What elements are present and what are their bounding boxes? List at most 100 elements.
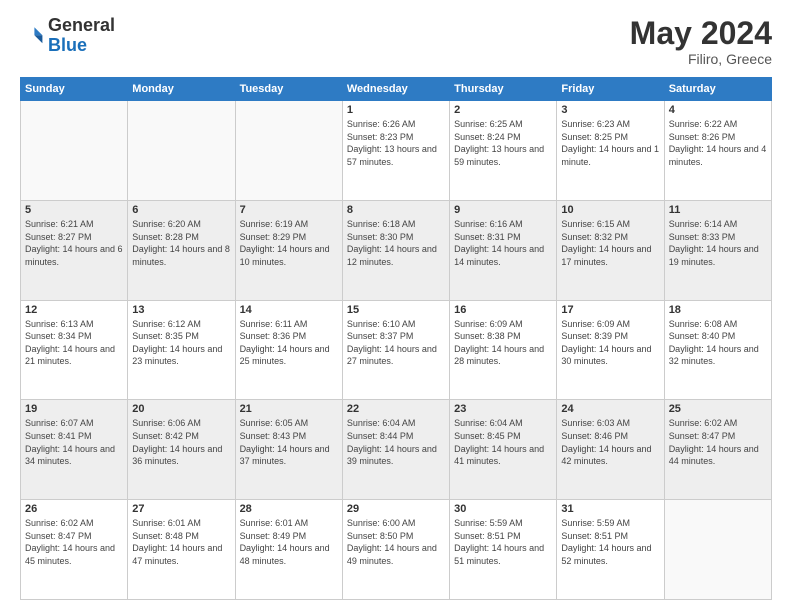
day-info: Sunrise: 6:23 AMSunset: 8:25 PMDaylight:… <box>561 118 659 168</box>
calendar-cell <box>21 101 128 201</box>
day-number: 17 <box>561 304 659 316</box>
day-info: Sunrise: 6:04 AMSunset: 8:45 PMDaylight:… <box>454 417 552 467</box>
logo-icon <box>20 24 44 48</box>
day-info: Sunrise: 6:13 AMSunset: 8:34 PMDaylight:… <box>25 318 123 368</box>
day-number: 29 <box>347 503 445 515</box>
day-number: 3 <box>561 104 659 116</box>
calendar-cell: 20Sunrise: 6:06 AMSunset: 8:42 PMDayligh… <box>128 400 235 500</box>
day-info: Sunrise: 6:11 AMSunset: 8:36 PMDaylight:… <box>240 318 338 368</box>
calendar-cell: 11 Sunrise: 6:14 AMSunset: 8:33 PMDayligh… <box>664 200 771 300</box>
day-number: 21 <box>240 403 338 415</box>
calendar-cell: 8Sunrise: 6:18 AMSunset: 8:30 PMDaylight… <box>342 200 449 300</box>
day-number: 25 <box>669 403 767 415</box>
calendar-body: 1 Sunrise: 6:26 AMSunset: 8:23 PMDaylight… <box>21 101 772 600</box>
day-number: 6 <box>132 204 230 216</box>
day-number: 7 <box>240 204 338 216</box>
calendar-week-1: 1 Sunrise: 6:26 AMSunset: 8:23 PMDaylight… <box>21 101 772 201</box>
day-info: Sunrise: 6:22 AMSunset: 8:26 PMDaylight:… <box>669 118 767 168</box>
day-info: Sunrise: 6:01 AMSunset: 8:49 PMDaylight:… <box>240 517 338 567</box>
calendar-cell: 29 Sunrise: 6:00 AMSunset: 8:50 PMDayligh… <box>342 500 449 600</box>
day-info: Sunrise: 6:10 AMSunset: 8:37 PMDaylight:… <box>347 318 445 368</box>
calendar-cell: 5Sunrise: 6:21 AMSunset: 8:27 PMDaylight… <box>21 200 128 300</box>
weekday-friday: Friday <box>557 78 664 101</box>
calendar-cell: 10 Sunrise: 6:15 AMSunset: 8:32 PMDayligh… <box>557 200 664 300</box>
weekday-wednesday: Wednesday <box>342 78 449 101</box>
calendar-week-5: 26 Sunrise: 6:02 AMSunset: 8:47 PMDayligh… <box>21 500 772 600</box>
calendar-cell: 26 Sunrise: 6:02 AMSunset: 8:47 PMDayligh… <box>21 500 128 600</box>
calendar-cell: 3 Sunrise: 6:23 AMSunset: 8:25 PMDaylight… <box>557 101 664 201</box>
calendar-cell <box>664 500 771 600</box>
calendar-cell: 18 Sunrise: 6:08 AMSunset: 8:40 PMDayligh… <box>664 300 771 400</box>
weekday-thursday: Thursday <box>450 78 557 101</box>
day-number: 2 <box>454 104 552 116</box>
calendar-cell: 28 Sunrise: 6:01 AMSunset: 8:49 PMDayligh… <box>235 500 342 600</box>
day-number: 28 <box>240 503 338 515</box>
page: General Blue May 2024 Filiro, Greece Sun… <box>0 0 792 612</box>
calendar-cell: 19 Sunrise: 6:07 AMSunset: 8:41 PMDayligh… <box>21 400 128 500</box>
calendar-cell: 23 Sunrise: 6:04 AMSunset: 8:45 PMDayligh… <box>450 400 557 500</box>
day-number: 11 <box>669 204 767 216</box>
day-number: 31 <box>561 503 659 515</box>
logo: General Blue <box>20 16 115 56</box>
calendar-cell: 13Sunrise: 6:12 AMSunset: 8:35 PMDayligh… <box>128 300 235 400</box>
day-info: Sunrise: 6:25 AMSunset: 8:24 PMDaylight:… <box>454 118 552 168</box>
calendar-cell: 17 Sunrise: 6:09 AMSunset: 8:39 PMDayligh… <box>557 300 664 400</box>
calendar-cell: 27 Sunrise: 6:01 AMSunset: 8:48 PMDayligh… <box>128 500 235 600</box>
day-info: Sunrise: 6:18 AMSunset: 8:30 PMDaylight:… <box>347 218 445 268</box>
calendar-cell: 1 Sunrise: 6:26 AMSunset: 8:23 PMDaylight… <box>342 101 449 201</box>
day-info: Sunrise: 6:02 AMSunset: 8:47 PMDaylight:… <box>25 517 123 567</box>
day-info: Sunrise: 6:02 AMSunset: 8:47 PMDaylight:… <box>669 417 767 467</box>
calendar-cell: 14 Sunrise: 6:11 AMSunset: 8:36 PMDayligh… <box>235 300 342 400</box>
month-year: May 2024 <box>630 16 772 51</box>
title-block: May 2024 Filiro, Greece <box>630 16 772 67</box>
day-info: Sunrise: 6:19 AMSunset: 8:29 PMDaylight:… <box>240 218 338 268</box>
calendar-cell <box>128 101 235 201</box>
day-info: Sunrise: 6:07 AMSunset: 8:41 PMDaylight:… <box>25 417 123 467</box>
day-number: 26 <box>25 503 123 515</box>
day-info: Sunrise: 6:14 AMSunset: 8:33 PMDaylight:… <box>669 218 767 268</box>
day-info: Sunrise: 6:08 AMSunset: 8:40 PMDaylight:… <box>669 318 767 368</box>
calendar-cell: 16Sunrise: 6:09 AMSunset: 8:38 PMDayligh… <box>450 300 557 400</box>
calendar-cell: 9Sunrise: 6:16 AMSunset: 8:31 PMDaylight… <box>450 200 557 300</box>
day-info: Sunrise: 6:00 AMSunset: 8:50 PMDaylight:… <box>347 517 445 567</box>
day-number: 24 <box>561 403 659 415</box>
day-info: Sunrise: 6:06 AMSunset: 8:42 PMDaylight:… <box>132 417 230 467</box>
calendar-cell: 7 Sunrise: 6:19 AMSunset: 8:29 PMDaylight… <box>235 200 342 300</box>
day-number: 27 <box>132 503 230 515</box>
day-info: Sunrise: 6:01 AMSunset: 8:48 PMDaylight:… <box>132 517 230 567</box>
calendar-cell: 2 Sunrise: 6:25 AMSunset: 8:24 PMDaylight… <box>450 101 557 201</box>
day-number: 19 <box>25 403 123 415</box>
day-info: Sunrise: 6:16 AMSunset: 8:31 PMDaylight:… <box>454 218 552 268</box>
calendar-cell: 24 Sunrise: 6:03 AMSunset: 8:46 PMDayligh… <box>557 400 664 500</box>
day-number: 22 <box>347 403 445 415</box>
day-number: 14 <box>240 304 338 316</box>
day-number: 13 <box>132 304 230 316</box>
day-number: 18 <box>669 304 767 316</box>
calendar-cell: 31Sunrise: 5:59 AMSunset: 8:51 PMDayligh… <box>557 500 664 600</box>
calendar-cell: 12Sunrise: 6:13 AMSunset: 8:34 PMDayligh… <box>21 300 128 400</box>
day-number: 4 <box>669 104 767 116</box>
calendar-cell: 15 Sunrise: 6:10 AMSunset: 8:37 PMDayligh… <box>342 300 449 400</box>
day-info: Sunrise: 6:05 AMSunset: 8:43 PMDaylight:… <box>240 417 338 467</box>
day-number: 15 <box>347 304 445 316</box>
day-number: 30 <box>454 503 552 515</box>
day-number: 10 <box>561 204 659 216</box>
day-info: Sunrise: 6:15 AMSunset: 8:32 PMDaylight:… <box>561 218 659 268</box>
calendar-cell: 4 Sunrise: 6:22 AMSunset: 8:26 PMDaylight… <box>664 101 771 201</box>
day-number: 1 <box>347 104 445 116</box>
calendar-cell: 25 Sunrise: 6:02 AMSunset: 8:47 PMDayligh… <box>664 400 771 500</box>
day-info: Sunrise: 6:26 AMSunset: 8:23 PMDaylight:… <box>347 118 445 168</box>
header: General Blue May 2024 Filiro, Greece <box>20 16 772 67</box>
calendar-week-3: 12Sunrise: 6:13 AMSunset: 8:34 PMDayligh… <box>21 300 772 400</box>
location: Filiro, Greece <box>630 51 772 67</box>
day-info: Sunrise: 6:09 AMSunset: 8:38 PMDaylight:… <box>454 318 552 368</box>
weekday-monday: Monday <box>128 78 235 101</box>
calendar-week-2: 5Sunrise: 6:21 AMSunset: 8:27 PMDaylight… <box>21 200 772 300</box>
day-info: Sunrise: 6:04 AMSunset: 8:44 PMDaylight:… <box>347 417 445 467</box>
day-number: 23 <box>454 403 552 415</box>
day-info: Sunrise: 6:09 AMSunset: 8:39 PMDaylight:… <box>561 318 659 368</box>
weekday-tuesday: Tuesday <box>235 78 342 101</box>
calendar: SundayMondayTuesdayWednesdayThursdayFrid… <box>20 77 772 600</box>
day-info: Sunrise: 6:03 AMSunset: 8:46 PMDaylight:… <box>561 417 659 467</box>
day-number: 5 <box>25 204 123 216</box>
